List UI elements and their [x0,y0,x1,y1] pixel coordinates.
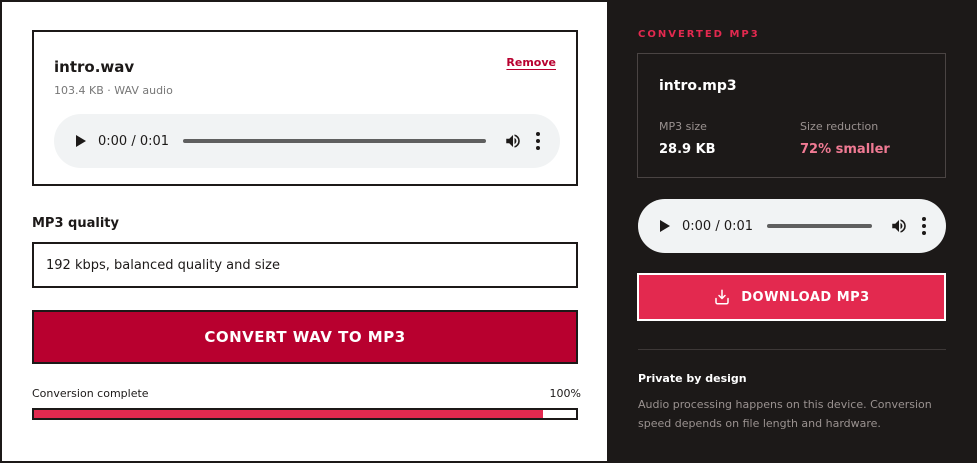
volume-icon[interactable] [890,217,908,235]
privacy-text: Audio processing happens on this device.… [638,398,932,430]
output-audio-time: 0:00 / 0:01 [682,218,754,234]
input-audio-player: 0:00 / 0:01 [54,114,560,168]
volume-icon[interactable] [504,132,522,150]
output-file-card: intro.mp3 MP3 size 28.9 KB Size reductio… [637,53,946,178]
input-audio-time: 0:00 / 0:01 [98,133,170,149]
input-file-card: intro.wav 103.4 KB · WAV audio Remove 0:… [32,30,578,186]
download-button[interactable]: DOWNLOAD MP3 [637,273,946,321]
output-audio-seekbar[interactable] [767,224,872,228]
conversion-panel: intro.wav 103.4 KB · WAV audio Remove 0:… [0,0,609,463]
quality-select[interactable]: 192 kbps, balanced quality and size [32,242,578,288]
download-button-label: DOWNLOAD MP3 [741,289,870,305]
converter-app: intro.wav 103.4 KB · WAV audio Remove 0:… [0,0,977,463]
input-file-name: intro.wav [54,58,135,76]
more-vertical-icon[interactable] [922,217,926,235]
output-heading: CONVERTED MP3 [638,29,760,40]
privacy-title: Private by design [638,372,747,385]
divider [638,349,946,350]
mp3-size-label: MP3 size [659,120,707,133]
convert-button[interactable]: CONVERT WAV TO MP3 [32,310,578,364]
progress-fill [34,410,544,418]
progress-bar [32,408,578,420]
quality-label: MP3 quality [32,216,119,231]
size-reduction-value: 72% smaller [800,142,890,157]
progress-label: Conversion complete [32,387,149,400]
download-icon [715,289,729,305]
play-icon[interactable] [660,220,670,232]
more-vertical-icon[interactable] [536,132,540,150]
input-file-meta: 103.4 KB · WAV audio [54,84,173,97]
mp3-size-value: 28.9 KB [659,142,716,157]
output-file-name: intro.mp3 [659,78,737,94]
input-audio-seekbar[interactable] [183,139,486,143]
remove-file-link[interactable]: Remove [506,56,556,69]
play-icon[interactable] [76,135,86,147]
progress-percent: 100% [549,387,581,400]
output-audio-player: 0:00 / 0:01 [638,199,946,253]
size-reduction-label: Size reduction [800,120,879,133]
